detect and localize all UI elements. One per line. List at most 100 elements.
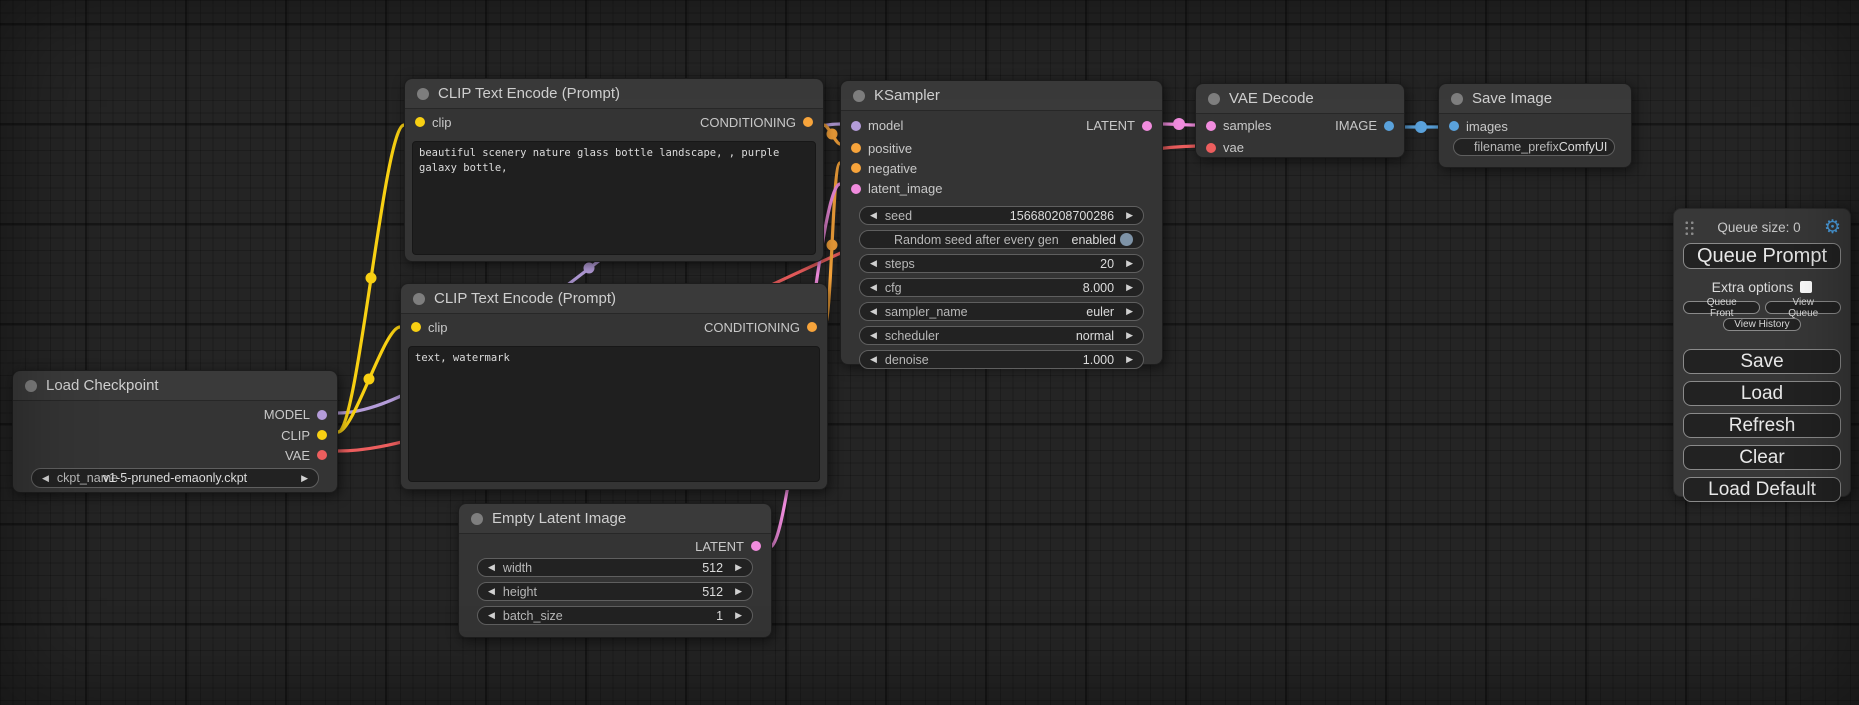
node-title-bar[interactable]: VAE Decode: [1196, 84, 1404, 114]
node-title-bar[interactable]: CLIP Text Encode (Prompt): [401, 284, 827, 314]
decrement-arrow-icon[interactable]: ◀: [870, 211, 877, 220]
clear-button[interactable]: Clear: [1683, 445, 1841, 470]
increment-arrow-icon[interactable]: ▶: [735, 611, 742, 620]
node-empty-latent-image[interactable]: Empty Latent Image LATENT ◀ width 512 ▶ …: [458, 503, 772, 638]
increment-arrow-icon[interactable]: ▶: [1126, 283, 1133, 292]
node-title-bar[interactable]: Empty Latent Image: [459, 504, 771, 534]
widget-seed[interactable]: ◀ seed 156680208700286 ▶: [859, 206, 1144, 225]
input-label-vae: vae: [1223, 140, 1244, 155]
collapse-dot-icon[interactable]: [417, 88, 429, 100]
widget-value: 512: [702, 585, 723, 599]
widget-label: denoise: [885, 353, 929, 367]
node-ksampler[interactable]: KSampler model LATENT positive negative …: [840, 80, 1163, 365]
refresh-button[interactable]: Refresh: [1683, 413, 1841, 438]
node-clip-text-encode-positive[interactable]: CLIP Text Encode (Prompt) clip CONDITION…: [404, 78, 824, 262]
increment-arrow-icon[interactable]: ▶: [1126, 211, 1133, 220]
queue-size-label: Queue size: 0: [1694, 220, 1824, 235]
link-midpoint-dot: [827, 240, 838, 251]
node-vae-decode[interactable]: VAE Decode samples IMAGE vae: [1195, 83, 1405, 158]
decrement-arrow-icon[interactable]: ◀: [870, 355, 877, 364]
node-clip-text-encode-negative[interactable]: CLIP Text Encode (Prompt) clip CONDITION…: [400, 283, 828, 490]
input-label-clip: clip: [432, 115, 452, 130]
output-slot-vae[interactable]: [317, 450, 327, 460]
input-slot-negative[interactable]: [851, 163, 861, 173]
increment-arrow-icon[interactable]: ▶: [1126, 331, 1133, 340]
queue-front-button[interactable]: Queue Front: [1683, 301, 1760, 314]
collapse-dot-icon[interactable]: [853, 90, 865, 102]
widget-filename-prefix[interactable]: filename_prefix ComfyUI: [1453, 138, 1615, 156]
input-label-positive: positive: [868, 141, 912, 156]
node-title-bar[interactable]: KSampler: [841, 81, 1162, 111]
node-title-bar[interactable]: CLIP Text Encode (Prompt): [405, 79, 823, 109]
toggle-circle-icon[interactable]: [1120, 233, 1133, 246]
input-slot-vae[interactable]: [1206, 143, 1216, 153]
input-slot-clip[interactable]: [415, 117, 425, 127]
view-history-button[interactable]: View History: [1723, 318, 1800, 331]
widget-label: filename_prefix: [1474, 140, 1559, 154]
decrement-arrow-icon[interactable]: ◀: [870, 331, 877, 340]
widget-height[interactable]: ◀ height 512 ▶: [477, 582, 753, 601]
increment-arrow-icon[interactable]: ▶: [1126, 259, 1133, 268]
positive-prompt-textarea[interactable]: beautiful scenery nature glass bottle la…: [412, 141, 816, 255]
widget-steps[interactable]: ◀ steps 20 ▶: [859, 254, 1144, 273]
widget-value: normal: [1076, 329, 1114, 343]
output-slot-clip[interactable]: [317, 430, 327, 440]
queue-prompt-button[interactable]: Queue Prompt: [1683, 243, 1841, 269]
node-title-bar[interactable]: Load Checkpoint: [13, 371, 337, 401]
input-slot-images[interactable]: [1449, 121, 1459, 131]
increment-arrow-icon[interactable]: ▶: [1126, 355, 1133, 364]
output-slot-latent[interactable]: [751, 541, 761, 551]
load-default-button[interactable]: Load Default: [1683, 477, 1841, 502]
widget-value: ComfyUI: [1559, 140, 1608, 154]
negative-prompt-textarea[interactable]: text, watermark: [408, 346, 820, 482]
decrement-arrow-icon[interactable]: ◀: [870, 259, 877, 268]
node-title-bar[interactable]: Save Image: [1439, 84, 1631, 114]
output-slot-image[interactable]: [1384, 121, 1394, 131]
collapse-dot-icon[interactable]: [413, 293, 425, 305]
load-button[interactable]: Load: [1683, 381, 1841, 406]
input-slot-positive[interactable]: [851, 143, 861, 153]
link-midpoint-dot: [366, 273, 377, 284]
decrement-arrow-icon[interactable]: ◀: [488, 587, 495, 596]
collapse-dot-icon[interactable]: [1451, 93, 1463, 105]
input-slot-clip[interactable]: [411, 322, 421, 332]
decrement-arrow-icon[interactable]: ◀: [870, 283, 877, 292]
output-slot-conditioning[interactable]: [803, 117, 813, 127]
decrement-arrow-icon[interactable]: ◀: [870, 307, 877, 316]
queue-menu-panel[interactable]: Queue size: 0 ⚙ Queue Prompt Extra optio…: [1673, 208, 1851, 497]
comfyui-canvas[interactable]: { "colors": { "model": "#B49CD9", "clip"…: [0, 0, 1859, 705]
widget-cfg[interactable]: ◀ cfg 8.000 ▶: [859, 278, 1144, 297]
input-slot-model[interactable]: [851, 121, 861, 131]
output-slot-conditioning[interactable]: [807, 322, 817, 332]
widget-value: euler: [1086, 305, 1114, 319]
node-load-checkpoint[interactable]: Load Checkpoint MODEL CLIP VAE ◀ ckpt_na…: [12, 370, 338, 493]
widget-random-seed-toggle[interactable]: Random seed after every gen enabled: [859, 230, 1144, 249]
save-button[interactable]: Save: [1683, 349, 1841, 374]
decrement-arrow-icon[interactable]: ◀: [488, 611, 495, 620]
node-title: Save Image: [1472, 90, 1552, 107]
widget-batch-size[interactable]: ◀ batch_size 1 ▶: [477, 606, 753, 625]
widget-denoise[interactable]: ◀ denoise 1.000 ▶: [859, 350, 1144, 369]
drag-handle-icon[interactable]: [1683, 219, 1694, 235]
input-label-latent-image: latent_image: [868, 181, 942, 196]
extra-options-checkbox[interactable]: [1800, 281, 1812, 293]
increment-arrow-icon[interactable]: ▶: [735, 563, 742, 572]
widget-value: 156680208700286: [1010, 209, 1114, 223]
collapse-dot-icon[interactable]: [1208, 93, 1220, 105]
widget-ckpt-name[interactable]: ◀ ckpt_name v1-5-pruned-emaonly.ckpt ▶: [31, 468, 319, 488]
widget-width[interactable]: ◀ width 512 ▶: [477, 558, 753, 577]
collapse-dot-icon[interactable]: [25, 380, 37, 392]
widget-scheduler[interactable]: ◀ scheduler normal ▶: [859, 326, 1144, 345]
output-slot-latent[interactable]: [1142, 121, 1152, 131]
input-slot-samples[interactable]: [1206, 121, 1216, 131]
input-slot-latent-image[interactable]: [851, 184, 861, 194]
settings-gear-icon[interactable]: ⚙: [1824, 218, 1841, 237]
collapse-dot-icon[interactable]: [471, 513, 483, 525]
widget-sampler-name[interactable]: ◀ sampler_name euler ▶: [859, 302, 1144, 321]
decrement-arrow-icon[interactable]: ◀: [488, 563, 495, 572]
increment-arrow-icon[interactable]: ▶: [1126, 307, 1133, 316]
increment-arrow-icon[interactable]: ▶: [735, 587, 742, 596]
node-save-image[interactable]: Save Image images filename_prefix ComfyU…: [1438, 83, 1632, 168]
view-queue-button[interactable]: View Queue: [1765, 301, 1841, 314]
output-slot-model[interactable]: [317, 410, 327, 420]
